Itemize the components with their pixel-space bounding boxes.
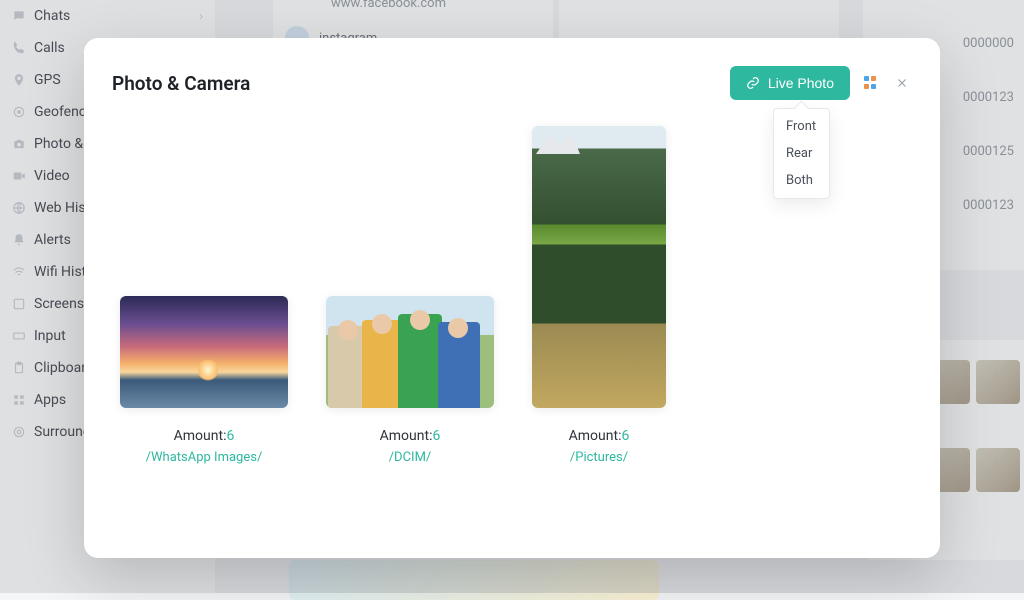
live-photo-label: Live Photo: [768, 75, 834, 91]
amount-label: Amount:: [569, 428, 622, 444]
modal-header: Photo & Camera Live Photo: [112, 66, 912, 100]
amount-label: Amount:: [380, 428, 433, 444]
camera-dropdown: Front Rear Both: [773, 108, 830, 199]
album-meta: Amount:6: [380, 428, 441, 444]
album-path-link[interactable]: /Pictures/: [570, 450, 628, 465]
amount-label: Amount:: [174, 428, 227, 444]
live-photo-button[interactable]: Live Photo: [730, 66, 850, 100]
album-card[interactable]: Amount:6 /DCIM/: [326, 296, 494, 465]
link-icon: [746, 76, 760, 90]
album-card[interactable]: Amount:6 /Pictures/: [532, 126, 666, 465]
album-thumbnail: [120, 296, 288, 408]
dropdown-item-rear[interactable]: Rear: [774, 140, 829, 167]
album-path-link[interactable]: /WhatsApp Images/: [146, 450, 263, 465]
modal-actions: Live Photo: [730, 66, 912, 100]
dropdown-item-front[interactable]: Front: [774, 113, 829, 140]
amount-value: 6: [621, 428, 629, 444]
amount-value: 6: [226, 428, 234, 444]
photo-camera-modal: Photo & Camera Live Photo Front Rear Bot…: [84, 38, 940, 558]
album-path-link[interactable]: /DCIM/: [389, 450, 432, 465]
grid-toggle-button[interactable]: [864, 76, 878, 90]
amount-value: 6: [432, 428, 440, 444]
album-card[interactable]: Amount:6 /WhatsApp Images/: [120, 296, 288, 465]
album-thumbnail: [326, 296, 494, 408]
dropdown-item-both[interactable]: Both: [774, 167, 829, 194]
close-button[interactable]: [892, 73, 912, 93]
modal-title: Photo & Camera: [112, 72, 250, 95]
album-meta: Amount:6: [569, 428, 630, 444]
album-meta: Amount:6: [174, 428, 235, 444]
album-thumbnail: [532, 126, 666, 408]
